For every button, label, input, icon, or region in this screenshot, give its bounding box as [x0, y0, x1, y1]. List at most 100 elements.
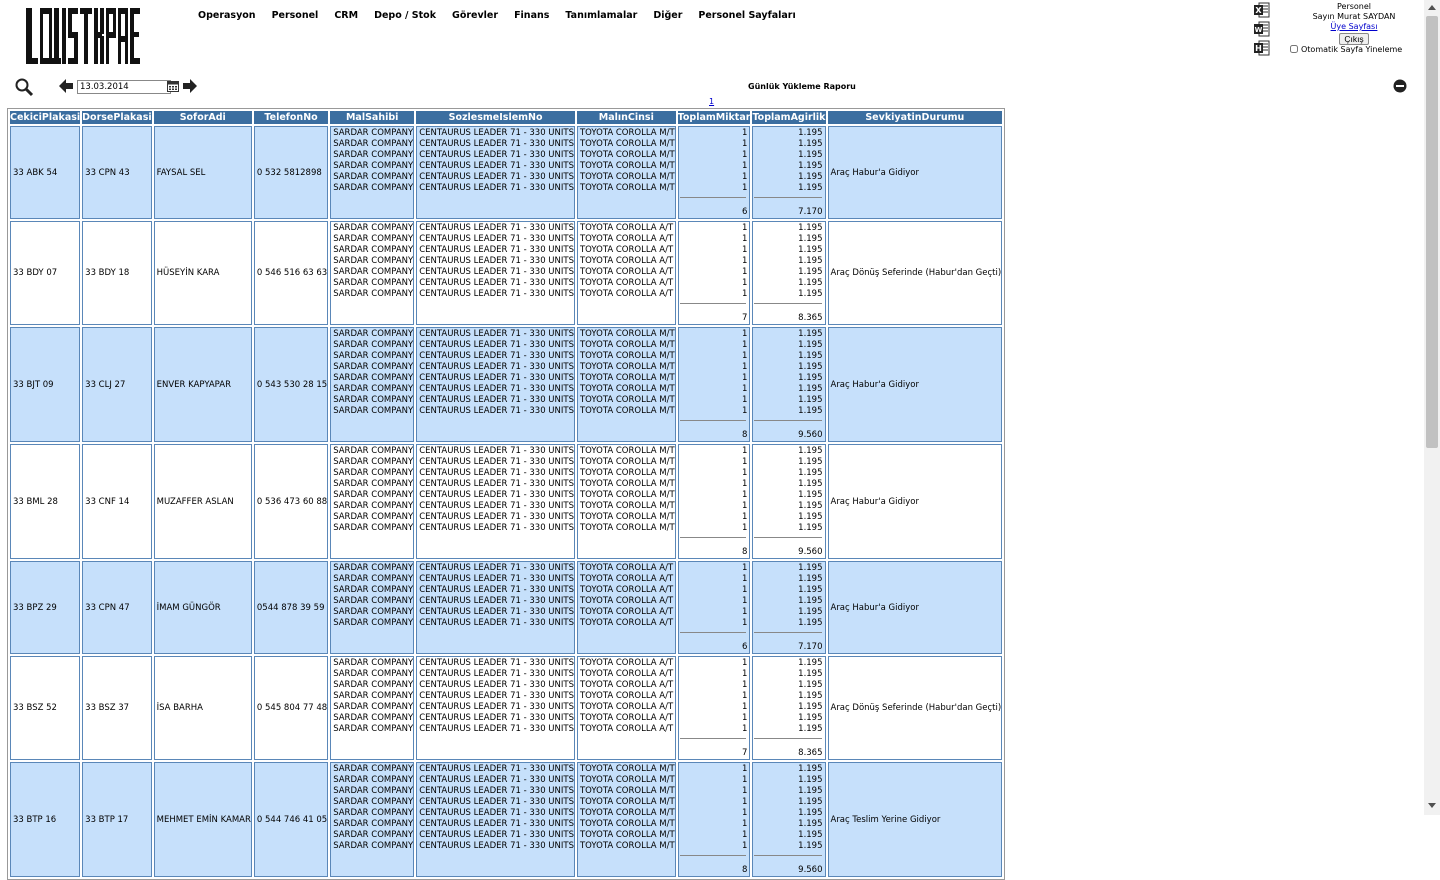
toplam-agirlik-cell-line: 1.195 [798, 680, 823, 690]
mal-sahibi-cell-line: SARDAR COMPANY [333, 128, 414, 138]
profile-link[interactable]: Üye Sayfası [1304, 22, 1404, 32]
malin-cinsi-cell-line: TOYOTA COROLLA M/T [579, 406, 675, 416]
toplam-agirlik-cell: 1.195 1.195 1.195 1.195 1.195 1.195 1.195 8.365 [752, 221, 826, 325]
column-header[interactable]: SevkiyatinDurumu [827, 111, 1003, 124]
sofor-adi-cell: MUZAFFER ASLAN [153, 444, 252, 559]
mal-sahibi-cell-line: SARDAR COMPANY [333, 523, 414, 533]
scroll-thumb[interactable] [1426, 16, 1438, 448]
malin-cinsi-cell-line: TOYOTA COROLLA A/T [579, 691, 674, 701]
html-icon[interactable]: H [1254, 40, 1270, 56]
malin-cinsi-cell-line: TOYOTA COROLLA M/T [579, 501, 675, 511]
sozlesme-cell-line: CENTAURUS LEADER 71 - 330 UNITS [419, 468, 574, 478]
mal-sahibi-cell-line: SARDAR COMPANY [333, 479, 414, 489]
toplam-miktar-cell-line: 1 [742, 797, 748, 807]
mal-sahibi-cell-line: SARDAR COMPANY [333, 340, 414, 350]
nav-item-personel-sayfalari[interactable]: Personel Sayfaları [698, 10, 795, 21]
sozlesme-cell-line: CENTAURUS LEADER 71 - 330 UNITS [419, 702, 574, 712]
excel-icon[interactable]: X [1254, 2, 1270, 18]
nav-item-finans[interactable]: Finans [514, 10, 549, 21]
toplam-agirlik-cell: 1.195 1.195 1.195 1.195 1.195 1.195 1.195 1.195… [752, 762, 826, 877]
toplam-agirlik-cell-line: 1.195 [798, 139, 823, 149]
next-arrow-icon[interactable] [182, 78, 198, 94]
toplam-miktar-cell-line: 1 [742, 278, 748, 288]
calendar-icon[interactable] [167, 80, 179, 92]
toplam-agirlik-cell-line: 1.195 [798, 574, 823, 584]
page-link[interactable]: 1 [709, 97, 714, 106]
mal-sahibi-cell-line: SARDAR COMPANY [333, 596, 414, 606]
logout-button[interactable]: Çıkış [1339, 33, 1369, 45]
malin-cinsi-cell-line: TOYOTA COROLLA M/T [579, 139, 675, 149]
column-header[interactable]: TelefonNo [253, 111, 329, 124]
vertical-scrollbar[interactable] [1424, 0, 1440, 815]
dorse-plakasi-cell: 33 BSZ 37 [82, 656, 152, 760]
total-qty: 7 [742, 748, 748, 758]
malin-cinsi-cell-line: TOYOTA COROLLA M/T [579, 457, 675, 467]
collapse-icon[interactable] [1393, 79, 1407, 93]
word-icon[interactable]: W [1254, 21, 1270, 37]
sozlesme-cell-line: CENTAURUS LEADER 71 - 330 UNITS [419, 724, 574, 734]
toplam-miktar-cell-line: 1 [742, 329, 748, 339]
nav-item-personel[interactable]: Personel [272, 10, 319, 21]
table-header-row: CekiciPlakasi DorsePlakasi SoforAdi Tele… [10, 111, 1003, 124]
column-header[interactable]: DorsePlakasi [82, 111, 152, 124]
toplam-miktar-cell-line: 1 [742, 658, 748, 668]
toplam-miktar-cell: 111111118 [677, 444, 751, 559]
toplam-agirlik-cell-line: 1.195 [798, 819, 823, 829]
telefon-no-cell: 0 545 804 77 48 [253, 656, 329, 760]
total-weight: 7.170 [798, 642, 823, 652]
malin-cinsi-cell-line: TOYOTA COROLLA A/T [579, 574, 674, 584]
sozlesme-cell-line: CENTAURUS LEADER 71 - 330 UNITS [419, 128, 574, 138]
malin-cinsi-cell-line: TOYOTA COROLLA A/T [579, 658, 674, 668]
sozlesme-cell-line: CENTAURUS LEADER 71 - 330 UNITS [419, 523, 574, 533]
mal-sahibi-cell-line: SARDAR COMPANY [333, 490, 414, 500]
toplam-agirlik-cell-line: 1.195 [798, 797, 823, 807]
mal-sahibi-cell-line: SARDAR COMPANY [333, 329, 414, 339]
mal-sahibi-cell-line: SARDAR COMPANY [333, 691, 414, 701]
toplam-agirlik-cell-line: 1.195 [798, 479, 823, 489]
search-icon[interactable] [14, 77, 34, 97]
telefon-no-cell: 0 532 5812898 [253, 126, 329, 219]
toplam-miktar-cell-line: 1 [742, 618, 748, 628]
sozlesme-cell: CENTAURUS LEADER 71 - 330 UNITS CENTAURUS… [416, 561, 575, 654]
nav-item-diger[interactable]: Diğer [653, 10, 682, 21]
column-header[interactable]: SozlesmeIslemNo [416, 111, 575, 124]
toplam-agirlik-cell-line: 1.195 [798, 406, 823, 416]
sevkiyat-durumu-cell: Araç Habur'a Gidiyor [827, 327, 1003, 442]
nav-item-tanimlamalar[interactable]: Tanımlamalar [565, 10, 637, 21]
sozlesme-cell-line: CENTAURUS LEADER 71 - 330 UNITS [419, 395, 574, 405]
sozlesme-cell: CENTAURUS LEADER 71 - 330 UNITS CENTAURUS… [416, 656, 575, 760]
sozlesme-cell-line: CENTAURUS LEADER 71 - 330 UNITS [419, 289, 574, 299]
column-header[interactable]: ToplamMiktar [677, 111, 751, 124]
toplam-agirlik-cell-line: 1.195 [798, 161, 823, 171]
malin-cinsi-cell-line: TOYOTA COROLLA M/T [579, 161, 675, 171]
nav-item-gorevler[interactable]: Görevler [452, 10, 498, 21]
sum-divider [754, 303, 822, 304]
scroll-up-icon[interactable] [1428, 4, 1436, 10]
toplam-miktar-cell-line: 1 [742, 819, 748, 829]
toplam-miktar-cell-line: 1 [742, 289, 748, 299]
nav-item-crm[interactable]: CRM [334, 10, 358, 21]
sozlesme-cell-line: CENTAURUS LEADER 71 - 330 UNITS [419, 775, 574, 785]
mal-sahibi-cell-line: SARDAR COMPANY [333, 618, 414, 628]
column-header[interactable]: MalınCinsi [576, 111, 676, 124]
toplam-agirlik-cell-line: 1.195 [798, 395, 823, 405]
toplam-agirlik-cell-line: 1.195 [798, 446, 823, 456]
mal-sahibi-cell-line: SARDAR COMPANY [333, 267, 414, 277]
sozlesme-cell-line: CENTAURUS LEADER 71 - 330 UNITS [419, 446, 574, 456]
mal-sahibi-cell-line: SARDAR COMPANY [333, 724, 414, 734]
nav-item-operasyon[interactable]: Operasyon [198, 10, 256, 21]
date-input[interactable] [77, 80, 171, 94]
prev-arrow-icon[interactable] [58, 78, 74, 94]
sozlesme-cell-line: CENTAURUS LEADER 71 - 330 UNITS [419, 680, 574, 690]
svg-text:X: X [1255, 6, 1262, 15]
auto-refresh-checkbox[interactable] [1290, 45, 1298, 53]
column-header[interactable]: MalSahibi [330, 111, 415, 124]
mal-sahibi-cell-line: SARDAR COMPANY [333, 223, 414, 233]
column-header[interactable]: SoforAdi [153, 111, 252, 124]
toplam-agirlik-cell-line: 1.195 [798, 830, 823, 840]
scroll-down-icon[interactable] [1428, 803, 1436, 809]
column-header[interactable]: CekiciPlakasi [10, 111, 81, 124]
column-header[interactable]: ToplamAgirlik [752, 111, 826, 124]
nav-item-depo-stok[interactable]: Depo / Stok [374, 10, 436, 21]
toplam-agirlik-cell-line: 1.195 [798, 724, 823, 734]
